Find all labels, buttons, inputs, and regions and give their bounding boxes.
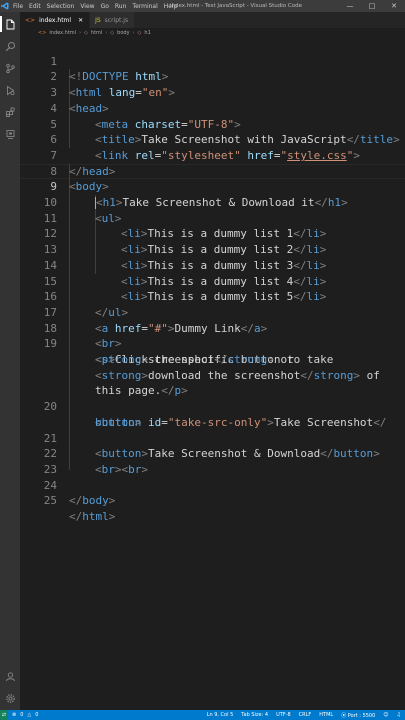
code-line-wrap: this page.</p> <box>95 384 188 398</box>
code-line: 11 <li>This is a dummy list 1</li> <box>43 211 327 241</box>
minimize-icon[interactable]: — <box>339 0 361 12</box>
breadcrumb-item[interactable]: index.html <box>49 30 76 36</box>
maximize-icon[interactable]: □ <box>361 0 383 12</box>
end-of-line[interactable]: CRLF <box>299 712 312 718</box>
code-editor[interactable]: 1 <!DOCTYPE html> 2 <html lang="en"> 3 <… <box>20 38 405 710</box>
code-line: 15 <li>This is a dummy list 5</li> <box>43 274 327 304</box>
tab-size[interactable]: Tab Size: 4 <box>241 712 268 718</box>
code-line: 22 <br><br> <box>43 447 148 476</box>
element-icon: ◇ <box>84 30 88 36</box>
extensions-icon[interactable] <box>0 102 20 122</box>
error-icon: ⊗ <box>12 712 17 718</box>
html-file-icon: <> <box>38 30 47 36</box>
feedback-icon[interactable]: ☺ <box>383 712 388 718</box>
code-line: 8 <body> <box>50 164 109 194</box>
code-line: 7 </head> <box>50 148 116 178</box>
code-line: 10 <ul> <box>43 196 122 225</box>
code-line-current: 9 <h1>Take Screenshot & Download it</h1> <box>50 180 348 209</box>
search-icon[interactable] <box>0 36 20 56</box>
element-icon: ◇ <box>137 30 142 36</box>
js-file-icon: JS <box>95 16 101 24</box>
problems-indicator[interactable]: ⊗ 0 △ 0 <box>12 712 38 718</box>
menu-edit[interactable]: Edit <box>29 3 41 10</box>
tab-script-js[interactable]: JS script.js <box>90 12 136 28</box>
code-line: 18 <br> <box>43 321 122 351</box>
status-bar: ⇄ ⊗ 0 △ 0 Ln 9, Col 5 Tab Size: 4 UTF-8 CR… <box>0 710 405 720</box>
menu-bar: File Edit Selection View Go Run Terminal… <box>13 3 177 10</box>
code-line-wrap: <strong>download the screenshot</strong>… <box>95 368 380 382</box>
vscode-logo-icon <box>0 0 10 12</box>
tab-index-html[interactable]: <> index.html ✕ <box>20 12 91 28</box>
code-line: 3 <head> <box>50 86 109 115</box>
code-line: 12 <li>This is a dummy list 2</li> <box>43 227 327 257</box>
editor-tabs: <> index.html ✕ JS script.js <box>20 12 405 28</box>
activity-bar <box>0 12 20 710</box>
breadcrumb-item[interactable]: html <box>91 30 102 36</box>
menu-go[interactable]: Go <box>101 3 109 10</box>
code-line-wrap: button> <box>95 415 142 429</box>
code-line: 14 <li>This is a dummy list 4</li> <box>43 258 327 288</box>
run-debug-icon[interactable] <box>0 80 20 100</box>
window-title: index.html - Test JavaScript - Visual St… <box>170 3 302 9</box>
element-icon: ◇ <box>110 30 115 36</box>
chevron-right-icon: › <box>79 30 82 36</box>
code-line: 5 <title>Take Screenshot with JavaScript… <box>50 117 400 147</box>
cursor-position[interactable]: Ln 9, Col 5 <box>207 712 234 718</box>
code-line: 17 <a href="#">Dummy Link</a> <box>43 305 268 335</box>
code-line: 6 <link rel="stylesheet" href="style.css… <box>50 133 360 162</box>
code-line: 4 <meta charset="UTF-8"> <box>50 101 241 131</box>
tab-label: index.html <box>39 16 72 24</box>
remote-explorer-icon[interactable] <box>0 124 20 144</box>
breadcrumb: <> index.html › ◇ html › ◇ body › ◇ h1 <box>20 28 405 38</box>
code-line: 1 <!DOCTYPE html> <box>50 54 169 84</box>
breadcrumb-item[interactable]: h1 <box>144 30 150 36</box>
close-icon[interactable]: ✕ <box>383 0 405 12</box>
menu-file[interactable]: File <box>13 3 23 10</box>
remote-icon[interactable]: ⇄ <box>0 710 8 720</box>
menu-run[interactable]: Run <box>115 3 127 10</box>
language-mode[interactable]: HTML <box>319 712 333 718</box>
html-file-icon: <> <box>25 16 36 24</box>
code-line: 23 <box>43 462 57 476</box>
warning-icon: △ <box>27 712 32 718</box>
chevron-right-icon: › <box>105 30 108 36</box>
gear-icon[interactable] <box>0 688 20 708</box>
code-line: 21 <button>Take Screenshot & Download</b… <box>43 431 380 461</box>
encoding[interactable]: UTF-8 <box>276 712 291 718</box>
menu-selection[interactable]: Selection <box>47 3 75 10</box>
explorer-icon[interactable] <box>0 14 20 34</box>
live-server-port[interactable]: ⦿ Port : 5500 <box>341 712 375 719</box>
bell-icon[interactable]: ♫ <box>397 712 401 718</box>
menu-terminal[interactable]: Terminal <box>132 3 157 10</box>
source-control-icon[interactable] <box>0 58 20 78</box>
menu-view[interactable]: View <box>80 3 94 10</box>
code-line-wrap: <strong>screenshot</strong> or <box>95 353 294 366</box>
broadcast-icon: ⦿ <box>341 712 348 719</box>
chevron-right-icon: › <box>132 30 135 36</box>
account-icon[interactable] <box>0 666 20 686</box>
code-line: 2 <html lang="en"> <box>50 70 175 100</box>
breadcrumb-item[interactable]: body <box>117 30 129 36</box>
tab-label: script.js <box>104 16 129 24</box>
code-line: 24 </body> <box>43 478 116 508</box>
code-line: 20 <button id="take-src-only">Take Scree… <box>43 400 387 429</box>
title-bar: File Edit Selection View Go Run Terminal… <box>0 0 405 12</box>
code-line: 19 <p>Click the specific button to take <box>43 337 334 366</box>
code-line: 16 </ul> <box>43 290 129 319</box>
code-line: 13 <li>This is a dummy list 3</li> <box>43 243 327 272</box>
close-tab-icon[interactable]: ✕ <box>78 17 83 24</box>
window-controls: — □ ✕ <box>339 0 405 12</box>
code-line: 25 </html> <box>43 494 116 523</box>
